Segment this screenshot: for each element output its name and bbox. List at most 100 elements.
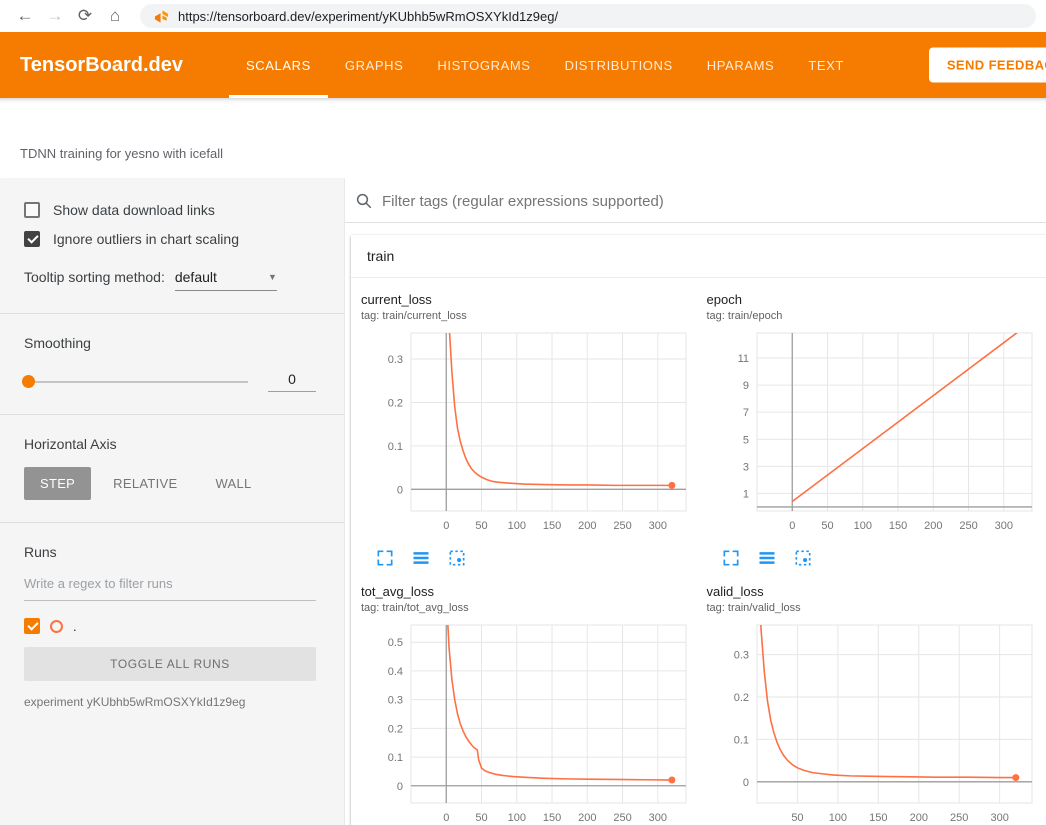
line-chart-tot-avg-loss[interactable]: 05010015020025030000.10.20.30.40.5 [361, 619, 699, 825]
chart-tag: tag: train/tot_avg_loss [361, 602, 699, 614]
runs-table-icon[interactable] [411, 548, 431, 568]
tensorboard-favicon-icon [154, 9, 169, 24]
axis-step-button[interactable]: STEP [24, 467, 91, 500]
tab-distributions[interactable]: DISTRIBUTIONS [548, 32, 690, 98]
tooltip-sorting-select[interactable]: default ▼ [175, 269, 277, 291]
divider [0, 414, 344, 415]
expand-chart-icon[interactable] [721, 548, 741, 568]
experiment-caption: experiment yKUbhb5wRmOSXYkId1z9eg [24, 695, 316, 709]
svg-text:3: 3 [742, 461, 748, 473]
toggle-all-runs-button[interactable]: TOGGLE ALL RUNS [24, 647, 316, 681]
chart-title: epoch [707, 292, 1045, 307]
svg-text:7: 7 [742, 407, 748, 419]
app-header: TensorBoard.dev SCALARS GRAPHS HISTOGRAM… [0, 32, 1046, 98]
train-group-header[interactable]: train [351, 235, 1046, 278]
smoothing-slider-knob[interactable] [22, 375, 35, 388]
svg-text:200: 200 [578, 520, 596, 532]
svg-text:0: 0 [742, 777, 748, 789]
chart-title: valid_loss [707, 584, 1045, 599]
divider [0, 522, 344, 523]
chart-panel-current-loss: current_loss tag: train/current_loss 050… [357, 288, 703, 572]
smoothing-value-input[interactable] [268, 371, 316, 392]
tab-text[interactable]: TEXT [791, 32, 861, 98]
svg-text:5: 5 [742, 434, 748, 446]
svg-text:0.4: 0.4 [388, 666, 403, 678]
chart-panel-epoch: epoch tag: train/epoch 05010015020025030… [703, 288, 1046, 572]
run-name: . [73, 619, 77, 634]
train-group-card: train current_loss tag: train/current_lo… [351, 235, 1046, 825]
smoothing-slider[interactable] [24, 381, 248, 383]
tab-hparams[interactable]: HPARAMS [690, 32, 792, 98]
refresh-button[interactable]: ⟳ [70, 6, 100, 26]
smoothing-label: Smoothing [24, 335, 316, 351]
svg-text:0.3: 0.3 [733, 650, 748, 662]
expand-chart-icon[interactable] [375, 548, 395, 568]
svg-text:100: 100 [828, 812, 846, 824]
chart-title: tot_avg_loss [361, 584, 699, 599]
svg-text:50: 50 [791, 812, 803, 824]
settings-sidebar: Show data download links Ignore outliers… [0, 178, 345, 825]
line-chart-valid-loss[interactable]: 5010015020025030000.10.20.3 [707, 619, 1045, 825]
tooltip-sorting-row: Tooltip sorting method: default ▼ [24, 269, 316, 291]
svg-text:100: 100 [853, 520, 871, 532]
svg-text:150: 150 [888, 520, 906, 532]
line-chart-epoch[interactable]: 0501001502002503001357911 [707, 327, 1045, 544]
ignore-outliers-checkbox[interactable] [24, 231, 40, 247]
svg-text:150: 150 [543, 520, 561, 532]
ignore-outliers-label: Ignore outliers in chart scaling [53, 231, 239, 247]
url-text: https://tensorboard.dev/experiment/yKUbh… [178, 9, 558, 24]
svg-text:300: 300 [990, 812, 1008, 824]
run-checkbox[interactable] [24, 618, 40, 634]
svg-text:50: 50 [475, 520, 487, 532]
svg-text:300: 300 [994, 520, 1012, 532]
chart-panel-tot-avg-loss: tot_avg_loss tag: train/tot_avg_loss 050… [357, 580, 703, 825]
svg-text:100: 100 [508, 520, 526, 532]
line-chart-current-loss[interactable]: 05010015020025030000.10.20.3 [361, 327, 699, 544]
svg-text:1: 1 [742, 488, 748, 500]
svg-text:150: 150 [869, 812, 887, 824]
svg-text:50: 50 [475, 812, 487, 824]
filter-tags-input[interactable] [382, 193, 1036, 210]
tooltip-sorting-value: default [175, 269, 217, 285]
chart-toolbar [375, 548, 699, 568]
chart-tag: tag: train/valid_loss [707, 602, 1045, 614]
svg-text:200: 200 [909, 812, 927, 824]
svg-text:300: 300 [649, 520, 667, 532]
show-download-links-checkbox[interactable] [24, 202, 40, 218]
tab-histograms[interactable]: HISTOGRAMS [420, 32, 547, 98]
tab-scalars[interactable]: SCALARS [229, 32, 328, 98]
show-download-links-row: Show data download links [24, 202, 316, 218]
runs-table-icon[interactable] [757, 548, 777, 568]
fit-domain-icon[interactable] [447, 548, 467, 568]
svg-text:0.1: 0.1 [388, 752, 403, 764]
run-color-icon [50, 620, 63, 633]
chart-panel-valid-loss: valid_loss tag: train/valid_loss 50 100 15… [703, 580, 1046, 825]
experiment-title: TDNN training for yesno with icefall [20, 146, 223, 161]
svg-text:0: 0 [443, 520, 449, 532]
runs-filter-input[interactable] [24, 576, 316, 601]
brand-title: TensorBoard.dev [20, 54, 183, 77]
divider [0, 313, 344, 314]
fit-domain-icon[interactable] [793, 548, 813, 568]
search-icon [355, 192, 373, 210]
svg-text:250: 250 [950, 812, 968, 824]
experiment-subheader: TDNN training for yesno with icefall [0, 98, 1046, 178]
svg-text:0.2: 0.2 [733, 692, 748, 704]
content: Show data download links Ignore outliers… [0, 178, 1046, 825]
axis-wall-button[interactable]: WALL [199, 467, 267, 500]
browser-toolbar: ← → ⟳ ⌂ https://tensorboard.dev/experime… [0, 0, 1046, 32]
home-button[interactable]: ⌂ [100, 6, 130, 26]
tab-graphs[interactable]: GRAPHS [328, 32, 421, 98]
forward-button[interactable]: → [40, 6, 70, 26]
axis-relative-button[interactable]: RELATIVE [97, 467, 193, 500]
horizontal-axis-buttons: STEP RELATIVE WALL [24, 467, 316, 500]
send-feedback-button[interactable]: SEND FEEDBACK [929, 48, 1046, 83]
back-button[interactable]: ← [10, 6, 40, 26]
address-bar[interactable]: https://tensorboard.dev/experiment/yKUbh… [140, 4, 1036, 28]
svg-text:0.3: 0.3 [388, 695, 403, 707]
svg-text:9: 9 [742, 380, 748, 392]
svg-text:100: 100 [508, 812, 526, 824]
svg-text:0.5: 0.5 [388, 637, 403, 649]
smoothing-row [24, 371, 316, 392]
show-download-links-label: Show data download links [53, 202, 215, 218]
